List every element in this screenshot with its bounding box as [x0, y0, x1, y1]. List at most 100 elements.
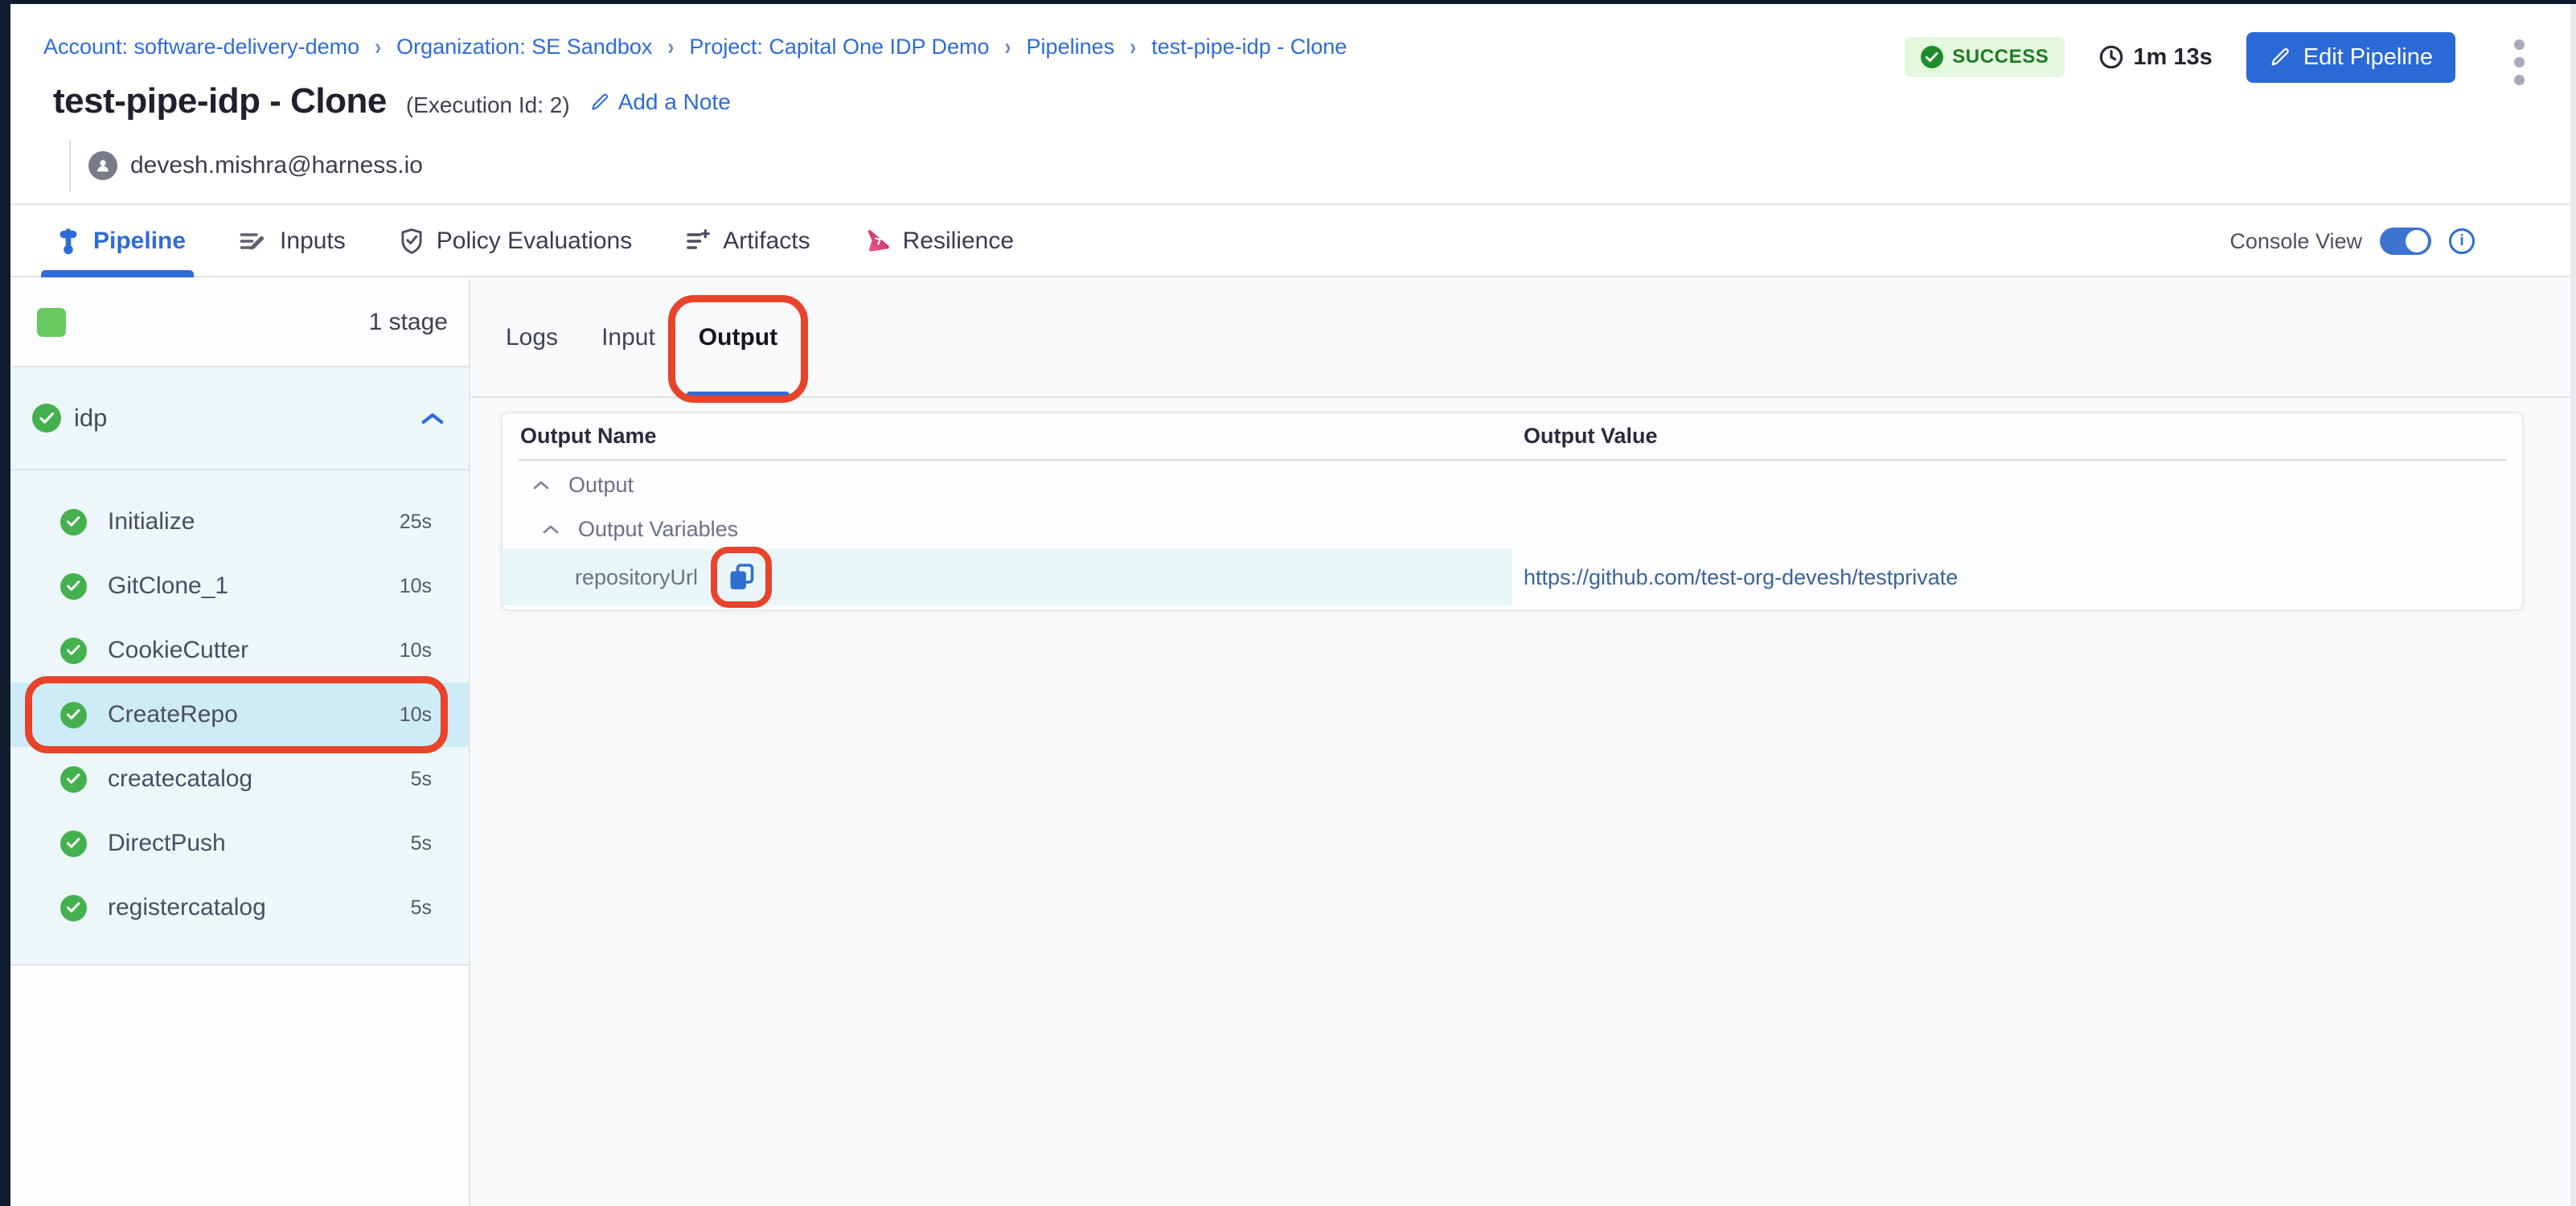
stage-name: idp	[74, 404, 107, 433]
step-name: CookieCutter	[108, 637, 248, 664]
status-badge-label: SUCCESS	[1952, 46, 2049, 68]
execution-tabbar: Pipeline Inputs Policy Evaluations Artif…	[10, 207, 2576, 277]
chevron-right-icon: ›	[375, 33, 381, 61]
step-duration: 10s	[400, 639, 432, 662]
tab-policy-evaluations-label: Policy Evaluations	[437, 228, 632, 255]
repository-url-link[interactable]: https://github.com/test-org-devesh/testp…	[1524, 565, 1958, 590]
chevron-up-icon[interactable]	[531, 479, 551, 490]
collapsed-nav-edge	[0, 0, 10, 1206]
stage-summary-row: 1 stage	[10, 279, 469, 367]
tab-policy-evaluations[interactable]: Policy Evaluations	[399, 207, 632, 276]
tab-inputs[interactable]: Inputs	[239, 207, 346, 276]
edit-pipeline-label: Edit Pipeline	[2303, 44, 2433, 71]
edit-pipeline-button[interactable]: Edit Pipeline	[2246, 32, 2455, 83]
pencil-icon	[2269, 46, 2291, 68]
chevron-right-icon: ›	[1130, 33, 1136, 61]
step-duration: 5s	[411, 832, 432, 855]
console-view-label: Console View	[2229, 229, 2362, 254]
breadcrumb: Account: software-delivery-demo › Organi…	[43, 35, 1347, 59]
duration-value: 1m 13s	[2133, 44, 2212, 71]
triggered-by-email: devesh.mishra@harness.io	[130, 152, 423, 179]
tab-artifacts-label: Artifacts	[723, 228, 810, 255]
tab-pipeline-label: Pipeline	[93, 228, 186, 255]
breadcrumb-execution[interactable]: test-pipe-idp - Clone	[1151, 35, 1347, 59]
copy-icon[interactable]	[727, 561, 756, 593]
tab-resilience[interactable]: Resilience	[863, 207, 1014, 276]
variable-name-cell: repositoryUrl	[502, 549, 1512, 605]
step-name: createcatalog	[108, 765, 252, 793]
step-details-tabs: Logs Input Output	[470, 279, 2576, 398]
variable-value-cell: https://github.com/test-org-devesh/testp…	[1512, 549, 2522, 605]
execution-id-label: (Execution Id: 2)	[406, 92, 570, 118]
artifacts-list-icon	[685, 228, 711, 254]
chevron-right-icon: ›	[1005, 33, 1011, 61]
tab-resilience-label: Resilience	[903, 228, 1014, 255]
step-success-icon	[60, 702, 87, 728]
step-name: CreateRepo	[108, 701, 238, 728]
breadcrumb-account[interactable]: Account: software-delivery-demo	[43, 35, 359, 59]
info-icon[interactable]: i	[2449, 228, 2475, 254]
step-name: DirectPush	[108, 830, 226, 857]
console-view-toggle[interactable]	[2380, 228, 2431, 255]
status-badge: SUCCESS	[1905, 37, 2065, 77]
pipeline-icon	[55, 228, 81, 255]
tab-pipeline[interactable]: Pipeline	[55, 207, 186, 276]
output-group-row: Output	[502, 461, 2522, 509]
step-list: Initialize 25s GitClone_1 10s CookieCutt…	[10, 470, 469, 940]
more-options-menu-icon[interactable]	[2509, 35, 2529, 90]
stage-count: 1 stage	[369, 309, 448, 336]
page-header: Account: software-delivery-demo › Organi…	[10, 4, 2576, 205]
step-row-createrepo-selected[interactable]: CreateRepo 10s	[10, 683, 469, 747]
pencil-icon	[589, 92, 610, 113]
tab-input[interactable]: Input	[600, 321, 657, 355]
step-duration: 25s	[400, 511, 432, 534]
step-row-createcatalog[interactable]: createcatalog 5s	[10, 747, 469, 811]
tab-artifacts[interactable]: Artifacts	[685, 207, 810, 276]
step-name: GitClone_1	[108, 572, 228, 600]
chevron-up-icon[interactable]	[541, 523, 560, 535]
success-check-icon	[1921, 46, 1943, 68]
step-duration: 10s	[400, 704, 432, 727]
step-row-registercatalog[interactable]: registercatalog 5s	[10, 876, 469, 940]
tab-inputs-label: Inputs	[280, 228, 346, 255]
shield-check-icon	[399, 228, 425, 255]
stage-row-idp[interactable]: idp	[10, 367, 469, 470]
output-variables-row: Output Variables	[502, 509, 2522, 549]
page-title: test-pipe-idp - Clone	[53, 81, 387, 121]
chevron-up-icon[interactable]	[420, 410, 445, 426]
tab-output[interactable]: Output	[697, 321, 779, 355]
annotation-highlight-ring	[711, 547, 772, 608]
step-row-directpush[interactable]: DirectPush 5s	[10, 811, 469, 876]
step-duration: 5s	[411, 768, 432, 791]
tab-logs[interactable]: Logs	[504, 321, 560, 355]
step-success-icon	[60, 895, 87, 921]
column-header-output-name: Output Name	[502, 424, 1512, 449]
active-tab-underline	[687, 392, 790, 398]
stage-status-square	[37, 308, 66, 337]
resilience-chaos-icon	[863, 228, 891, 255]
breadcrumb-pipelines[interactable]: Pipelines	[1027, 35, 1115, 59]
step-success-icon	[60, 766, 87, 793]
breadcrumb-organization[interactable]: Organization: SE Sandbox	[396, 35, 652, 59]
step-duration: 5s	[411, 896, 432, 920]
step-row-initialize[interactable]: Initialize 25s	[10, 490, 469, 554]
user-avatar-icon	[88, 151, 117, 180]
output-table-header: Output Name Output Value	[502, 413, 2522, 459]
inputs-icon	[239, 228, 268, 254]
step-row-gitclone[interactable]: GitClone_1 10s	[10, 554, 469, 618]
step-name: registercatalog	[108, 894, 266, 921]
step-name: Initialize	[108, 508, 195, 535]
breadcrumb-project[interactable]: Project: Capital One IDP Demo	[689, 35, 989, 59]
step-success-icon	[60, 573, 87, 600]
scrollbar-track[interactable]	[2570, 4, 2576, 1206]
output-group-label: Output	[568, 473, 634, 498]
output-variables-label: Output Variables	[578, 517, 738, 542]
step-row-cookiecutter[interactable]: CookieCutter 10s	[10, 618, 469, 683]
step-duration: 10s	[400, 575, 432, 598]
sidebar-empty-area	[10, 964, 469, 1206]
chevron-right-icon: ›	[667, 33, 674, 61]
add-note-link[interactable]: Add a Note	[589, 89, 731, 115]
execution-duration: 1m 13s	[2098, 44, 2212, 71]
tab-output-label: Output	[699, 324, 777, 351]
stage-section: idp Initialize 25s GitClone_1 10s	[10, 367, 469, 964]
